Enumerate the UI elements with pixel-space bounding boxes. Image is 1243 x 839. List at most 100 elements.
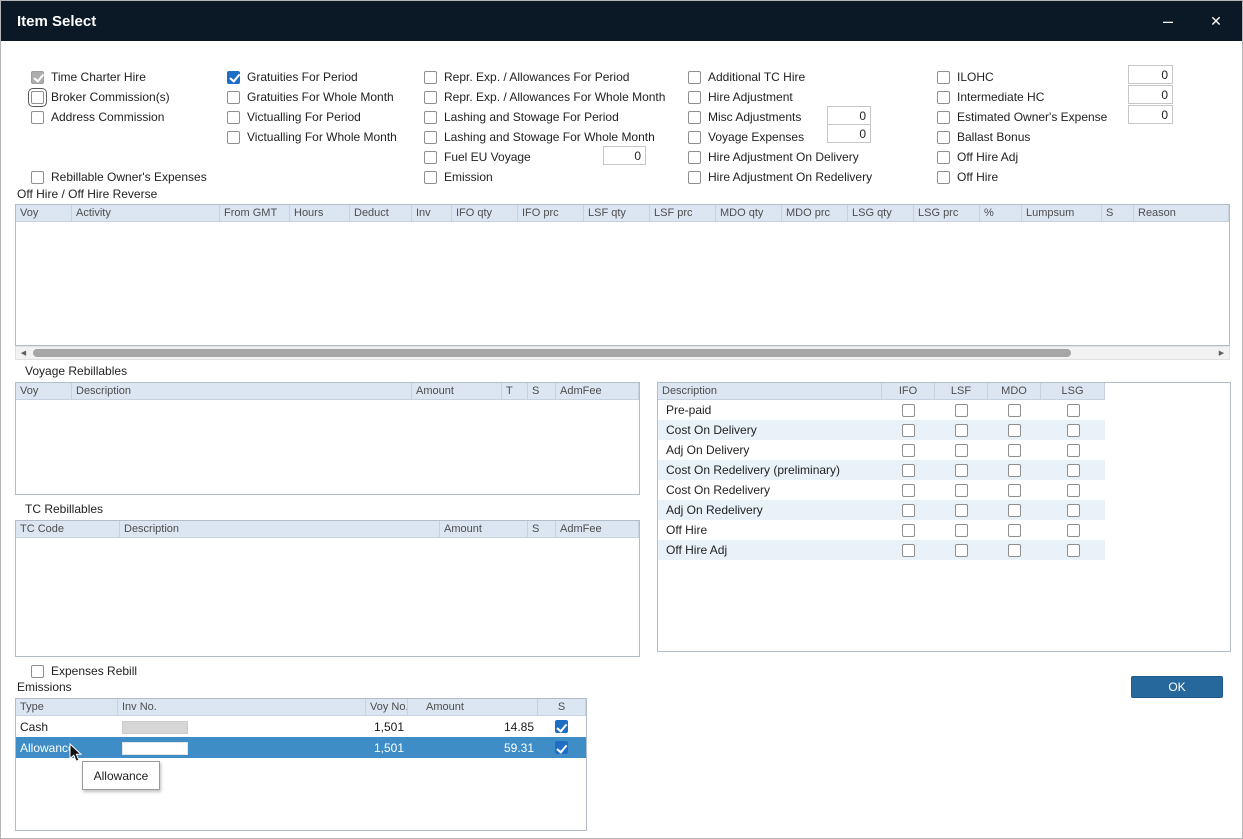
off-hire-checkbox[interactable] [937, 171, 950, 184]
pre-paid-lsf-checkbox[interactable] [955, 404, 968, 417]
allowance-s-checkbox[interactable] [555, 741, 568, 754]
option-gratuities-for-whole-month[interactable]: Gratuities For Whole Month [227, 87, 397, 107]
option-hire-adjustment[interactable]: Hire Adjustment [688, 87, 872, 107]
cost-on-redelivery-lsf-checkbox[interactable] [955, 484, 968, 497]
address-commission-checkbox[interactable] [31, 111, 44, 124]
off-hire-adj-lsg-checkbox[interactable] [1067, 544, 1080, 557]
cost-option-row-cost-on-redelivery-preliminary[interactable]: Cost On Redelivery (preliminary) [658, 460, 1105, 480]
option-additional-tc-hire[interactable]: Additional TC Hire [688, 67, 872, 87]
cost-on-redelivery-mdo-checkbox[interactable] [1008, 484, 1021, 497]
rebillable-owners-expenses-checkbox[interactable] [31, 171, 44, 184]
victualling-for-whole-month-checkbox[interactable] [227, 131, 240, 144]
adj-on-delivery-mdo-checkbox[interactable] [1008, 444, 1021, 457]
off-hire-lsf-checkbox[interactable] [955, 524, 968, 537]
repr-exp-allowances-for-period-checkbox[interactable] [424, 71, 437, 84]
option-lashing-stowage-for-period[interactable]: Lashing and Stowage For Period [424, 107, 665, 127]
option-off-hire-adj[interactable]: Off Hire Adj [937, 147, 1107, 167]
adj-on-delivery-ifo-checkbox[interactable] [902, 444, 915, 457]
pre-paid-ifo-checkbox[interactable] [902, 404, 915, 417]
option-estimated-owners-expense[interactable]: Estimated Owner's Expense [937, 107, 1107, 127]
option-address-commission[interactable]: Address Commission [31, 107, 170, 127]
option-intermediate-hc[interactable]: Intermediate HC [937, 87, 1107, 107]
cost-on-delivery-lsf-checkbox[interactable] [955, 424, 968, 437]
option-expenses-rebill[interactable]: Expenses Rebill [31, 661, 137, 681]
lashing-stowage-for-period-checkbox[interactable] [424, 111, 437, 124]
side-input-2[interactable] [1128, 85, 1173, 104]
option-time-charter-hire[interactable]: Time Charter Hire [31, 67, 170, 87]
option-hire-adjustment-on-delivery[interactable]: Hire Adjustment On Delivery [688, 147, 872, 167]
ballast-bonus-checkbox[interactable] [937, 131, 950, 144]
hire-adjustment-checkbox[interactable] [688, 91, 701, 104]
option-repr-exp-allowances-for-whole-month[interactable]: Repr. Exp. / Allowances For Whole Month [424, 87, 665, 107]
adj-on-delivery-lsf-checkbox[interactable] [955, 444, 968, 457]
scroll-right-icon[interactable]: ▶ [1214, 347, 1229, 359]
additional-tc-hire-checkbox[interactable] [688, 71, 701, 84]
cost-on-delivery-mdo-checkbox[interactable] [1008, 424, 1021, 437]
emission-checkbox[interactable] [424, 171, 437, 184]
option-victualling-for-period[interactable]: Victualling For Period [227, 107, 397, 127]
misc-adjustments-checkbox[interactable] [688, 111, 701, 124]
cost-option-row-adj-on-redelivery[interactable]: Adj On Redelivery [658, 500, 1105, 520]
option-repr-exp-allowances-for-period[interactable]: Repr. Exp. / Allowances For Period [424, 67, 665, 87]
expenses-rebill-checkbox[interactable] [31, 665, 44, 678]
cost-option-row-off-hire-adj[interactable]: Off Hire Adj [658, 540, 1105, 560]
inv-no-field[interactable] [122, 742, 188, 755]
cost-on-redelivery-preliminary-ifo-checkbox[interactable] [902, 464, 915, 477]
option-lashing-stowage-for-whole-month[interactable]: Lashing and Stowage For Whole Month [424, 127, 665, 147]
cost-option-row-pre-paid[interactable]: Pre-paid [658, 400, 1105, 420]
cost-on-redelivery-preliminary-lsf-checkbox[interactable] [955, 464, 968, 477]
minimize-icon[interactable]: – [1158, 16, 1178, 26]
pre-paid-lsg-checkbox[interactable] [1067, 404, 1080, 417]
cost-on-delivery-ifo-checkbox[interactable] [902, 424, 915, 437]
option-ballast-bonus[interactable]: Ballast Bonus [937, 127, 1107, 147]
adj-on-redelivery-lsf-checkbox[interactable] [955, 504, 968, 517]
gratuities-for-whole-month-checkbox[interactable] [227, 91, 240, 104]
option-victualling-for-whole-month[interactable]: Victualling For Whole Month [227, 127, 397, 147]
off-hire-adj-ifo-checkbox[interactable] [902, 544, 915, 557]
lashing-stowage-for-whole-month-checkbox[interactable] [424, 131, 437, 144]
broker-commissions-checkbox[interactable] [31, 91, 44, 104]
off-hire-adj-lsf-checkbox[interactable] [955, 544, 968, 557]
hire-adjustment-on-redelivery-checkbox[interactable] [688, 171, 701, 184]
voyage-expenses-checkbox[interactable] [688, 131, 701, 144]
voyage-expenses-input[interactable] [827, 124, 871, 143]
horizontal-scrollbar[interactable]: ◀ ▶ [15, 346, 1230, 360]
option-off-hire[interactable]: Off Hire [937, 167, 1107, 187]
intermediate-hc-checkbox[interactable] [937, 91, 950, 104]
option-ilohc[interactable]: ILOHC [937, 67, 1107, 87]
off-hire-adj-mdo-checkbox[interactable] [1008, 544, 1021, 557]
time-charter-hire-checkbox[interactable] [31, 71, 44, 84]
estimated-owners-expense-checkbox[interactable] [937, 111, 950, 124]
fuel-eu-voyage-input[interactable] [603, 146, 646, 165]
option-emission[interactable]: Emission [424, 167, 665, 187]
cost-on-redelivery-lsg-checkbox[interactable] [1067, 484, 1080, 497]
cost-on-delivery-lsg-checkbox[interactable] [1067, 424, 1080, 437]
cost-on-redelivery-ifo-checkbox[interactable] [902, 484, 915, 497]
pre-paid-mdo-checkbox[interactable] [1008, 404, 1021, 417]
option-rebillable-owners-expenses[interactable]: Rebillable Owner's Expenses [31, 167, 207, 187]
repr-exp-allowances-for-whole-month-checkbox[interactable] [424, 91, 437, 104]
close-icon[interactable]: ✕ [1206, 13, 1226, 30]
off-hire-mdo-checkbox[interactable] [1008, 524, 1021, 537]
cost-option-row-adj-on-delivery[interactable]: Adj On Delivery [658, 440, 1105, 460]
ilohc-checkbox[interactable] [937, 71, 950, 84]
inv-no-field[interactable] [122, 721, 188, 734]
cost-on-redelivery-preliminary-mdo-checkbox[interactable] [1008, 464, 1021, 477]
adj-on-redelivery-lsg-checkbox[interactable] [1067, 504, 1080, 517]
off-hire-lsg-checkbox[interactable] [1067, 524, 1080, 537]
option-broker-commissions[interactable]: Broker Commission(s) [31, 87, 170, 107]
adj-on-redelivery-mdo-checkbox[interactable] [1008, 504, 1021, 517]
victualling-for-period-checkbox[interactable] [227, 111, 240, 124]
gratuities-for-period-checkbox[interactable] [227, 71, 240, 84]
cost-on-redelivery-preliminary-lsg-checkbox[interactable] [1067, 464, 1080, 477]
cost-option-row-cost-on-redelivery[interactable]: Cost On Redelivery [658, 480, 1105, 500]
scrollbar-track[interactable] [31, 347, 1214, 359]
option-hire-adjustment-on-redelivery[interactable]: Hire Adjustment On Redelivery [688, 167, 872, 187]
fuel-eu-voyage-checkbox[interactable] [424, 151, 437, 164]
side-input-1[interactable] [1128, 65, 1173, 84]
adj-on-redelivery-ifo-checkbox[interactable] [902, 504, 915, 517]
misc-adjustments-input[interactable] [827, 106, 871, 125]
cost-option-row-off-hire[interactable]: Off Hire [658, 520, 1105, 540]
emissions-row-allowance[interactable]: Allowance 1,501 59.31 [16, 737, 586, 758]
cash-s-checkbox[interactable] [555, 720, 568, 733]
